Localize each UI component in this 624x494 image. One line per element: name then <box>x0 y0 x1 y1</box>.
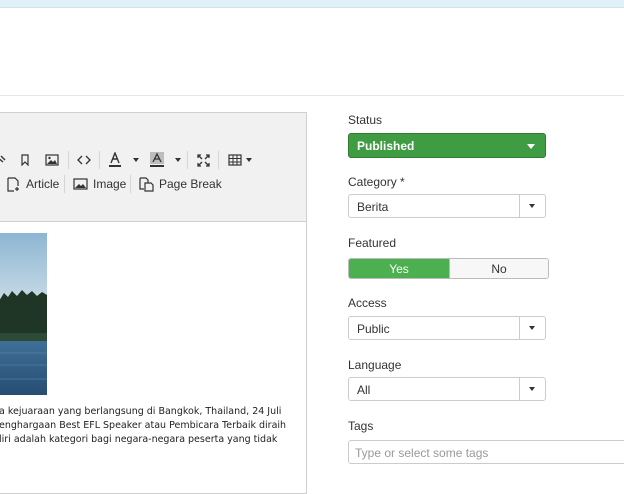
insert-article-button[interactable]: Article <box>7 173 59 195</box>
article-plus-icon <box>7 176 19 192</box>
category-value: Berita <box>357 200 389 214</box>
background-color-chevron-down-icon[interactable] <box>175 158 181 162</box>
category-select[interactable]: Berita <box>348 194 546 218</box>
bookmark-icon[interactable] <box>17 149 33 171</box>
toolbar-row-2: Article Image Page Break <box>0 173 306 195</box>
page-break-label: Page Break <box>159 177 222 191</box>
source-code-icon[interactable] <box>75 149 93 171</box>
featured-no-button[interactable]: No <box>449 259 548 278</box>
body-line: enghargaan Best EFL Speaker atau Pembica… <box>0 420 287 431</box>
status-value: Published <box>357 139 415 153</box>
toolbar-separator <box>218 151 219 169</box>
content-editor[interactable]: Article Image Page Break a kejuaraan yan… <box>0 112 307 494</box>
background-color-icon[interactable] <box>148 149 166 171</box>
editor-toolbar: Article Image Page Break <box>0 113 306 222</box>
insert-image-button[interactable]: Image <box>73 173 126 195</box>
language-label: Language <box>348 358 402 372</box>
body-line: liri adalah kategori bagi negara-negara … <box>0 434 278 445</box>
insert-image-label: Image <box>93 177 127 191</box>
chevron-down-icon[interactable] <box>519 317 545 339</box>
toolbar-separator <box>130 175 131 193</box>
body-line: a kejuaraan yang berlangsung di Bangkok,… <box>0 406 282 417</box>
language-value: All <box>357 383 371 397</box>
chevron-down-icon[interactable] <box>519 195 545 217</box>
status-label: Status <box>348 113 383 127</box>
image-icon[interactable] <box>43 149 61 171</box>
unlink-icon[interactable] <box>0 149 9 171</box>
toolbar-separator <box>187 151 188 169</box>
access-value: Public <box>357 322 390 336</box>
tags-label: Tags <box>348 419 374 433</box>
header-divider <box>0 95 624 96</box>
text-color-chevron-down-icon[interactable] <box>133 158 139 162</box>
table-icon[interactable] <box>227 149 243 171</box>
featured-toggle: Yes No <box>348 258 549 279</box>
insert-article-label: Article <box>26 177 60 191</box>
page-break-icon <box>139 176 154 192</box>
picture-icon <box>73 178 88 190</box>
article-photo <box>0 233 47 395</box>
page-break-button[interactable]: Page Break <box>139 173 222 195</box>
toolbar-separator <box>64 175 65 193</box>
chevron-down-icon[interactable] <box>519 378 545 400</box>
featured-label: Featured <box>348 236 397 250</box>
chevron-down-icon <box>527 144 535 149</box>
text-color-icon[interactable] <box>107 149 123 171</box>
article-body-text[interactable]: a kejuaraan yang berlangsung di Bangkok,… <box>0 405 299 447</box>
top-banner <box>0 0 624 8</box>
table-chevron-down-icon[interactable] <box>246 158 252 162</box>
toolbar-separator <box>99 151 100 169</box>
access-label: Access <box>348 296 387 310</box>
status-select[interactable]: Published <box>348 133 546 158</box>
tags-input[interactable]: Type or select some tags <box>348 440 624 464</box>
language-select[interactable]: All <box>348 377 546 401</box>
toolbar-row-1 <box>0 149 306 171</box>
toolbar-separator <box>68 151 69 169</box>
access-select[interactable]: Public <box>348 316 546 340</box>
category-label: Category * <box>348 175 405 189</box>
fullscreen-icon[interactable] <box>195 149 211 171</box>
featured-yes-button[interactable]: Yes <box>349 259 449 278</box>
